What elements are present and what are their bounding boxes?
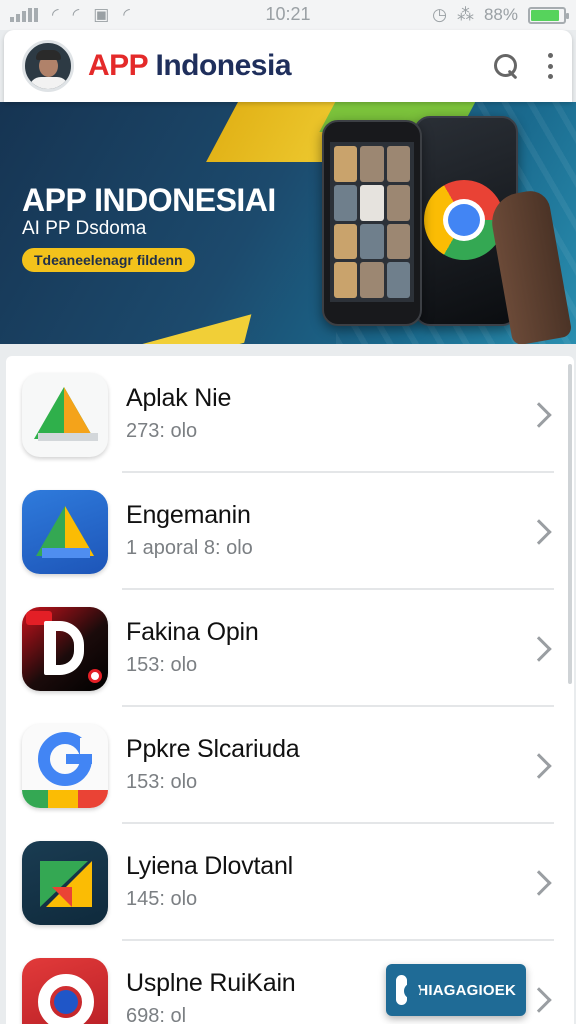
app-meta: 698: ol bbox=[126, 1005, 187, 1024]
signal-icon bbox=[10, 8, 38, 22]
list-item[interactable]: Fakina Opin 153: olo bbox=[6, 590, 566, 707]
promo-banner[interactable]: APP INDONESIAI AI PP Dsdoma Tdeaneelenag… bbox=[0, 102, 576, 344]
app-meta: 145: olo bbox=[126, 888, 198, 910]
folded-triangle-icon bbox=[22, 840, 108, 925]
hotspot-icon: ◜ bbox=[123, 5, 130, 24]
chevron-right-icon bbox=[526, 869, 552, 896]
app-name: Fakina Opin bbox=[126, 618, 259, 646]
chevron-right-icon bbox=[526, 518, 552, 545]
banner-subtitle: AI PP Dsdoma bbox=[22, 218, 147, 239]
scrollbar[interactable] bbox=[568, 364, 572, 684]
g-logo-icon bbox=[22, 723, 108, 808]
app-list: Aplak Nie 273: olo Engemanin 1 aporal 8:… bbox=[6, 356, 574, 1024]
app-title-accent: APP bbox=[88, 49, 148, 82]
battery-fill bbox=[531, 9, 560, 21]
more-vert-icon[interactable] bbox=[546, 53, 554, 79]
battery-text: 88% bbox=[483, 5, 518, 24]
search-icon[interactable] bbox=[492, 52, 520, 80]
list-item[interactable]: Lyiena Dlovtanl 145: olo bbox=[6, 824, 566, 941]
wifi-icon: ◜ bbox=[52, 5, 59, 24]
ring-logo-icon bbox=[22, 957, 108, 1024]
app-name: Lyiena Dlovtanl bbox=[126, 852, 294, 880]
app-bar: APP Indonesia bbox=[4, 30, 572, 102]
d-letter-icon bbox=[22, 606, 108, 691]
app-name: Aplak Nie bbox=[126, 384, 232, 412]
banner-title: APP INDONESIAI bbox=[22, 182, 276, 218]
triangle-app-icon bbox=[22, 372, 108, 457]
app-name: Usplne RuiKain bbox=[126, 969, 296, 997]
floating-action-button[interactable]: HIAGAGIOEK bbox=[386, 964, 526, 1016]
chevron-right-icon bbox=[526, 752, 552, 779]
avatar[interactable] bbox=[22, 40, 74, 92]
battery-icon bbox=[528, 6, 569, 24]
chevron-right-icon bbox=[526, 635, 552, 662]
app-meta: 153: olo bbox=[126, 654, 198, 676]
bluetooth-icon: ⁂ bbox=[456, 5, 474, 24]
chat-icon bbox=[396, 975, 421, 1005]
app-title: APP Indonesia bbox=[88, 49, 292, 83]
alarm-icon: ◷ bbox=[432, 5, 447, 24]
wifi-icon-2: ◜ bbox=[72, 5, 80, 24]
chevron-right-icon bbox=[526, 401, 552, 428]
app-meta: 1 aporal 8: olo bbox=[126, 537, 253, 559]
list-item[interactable]: Ppkre Slcariuda 153: olo bbox=[6, 707, 566, 824]
list-item[interactable]: Engemanin 1 aporal 8: olo bbox=[6, 473, 566, 590]
app-title-rest: Indonesia bbox=[147, 49, 292, 82]
drive-style-icon bbox=[22, 489, 108, 574]
chevron-right-icon bbox=[526, 986, 552, 1013]
banner-cta-button[interactable]: Tdeaneelenagr fildenn bbox=[22, 248, 195, 272]
list-item[interactable]: Aplak Nie 273: olo bbox=[6, 356, 566, 473]
floating-button-label: HIAGAGIOEK bbox=[417, 981, 516, 999]
app-name: Engemanin bbox=[126, 501, 251, 529]
phone-illustration-front bbox=[322, 120, 422, 326]
status-bar: ◜ ◜ ▣ ◜ 10:21 ◷ ⁂ 88% bbox=[0, 0, 576, 30]
app-meta: 153: olo bbox=[126, 771, 198, 793]
app-name: Ppkre Slcariuda bbox=[126, 735, 300, 763]
screenshot-icon: ▣ bbox=[93, 5, 110, 24]
app-meta: 273: olo bbox=[126, 420, 198, 442]
